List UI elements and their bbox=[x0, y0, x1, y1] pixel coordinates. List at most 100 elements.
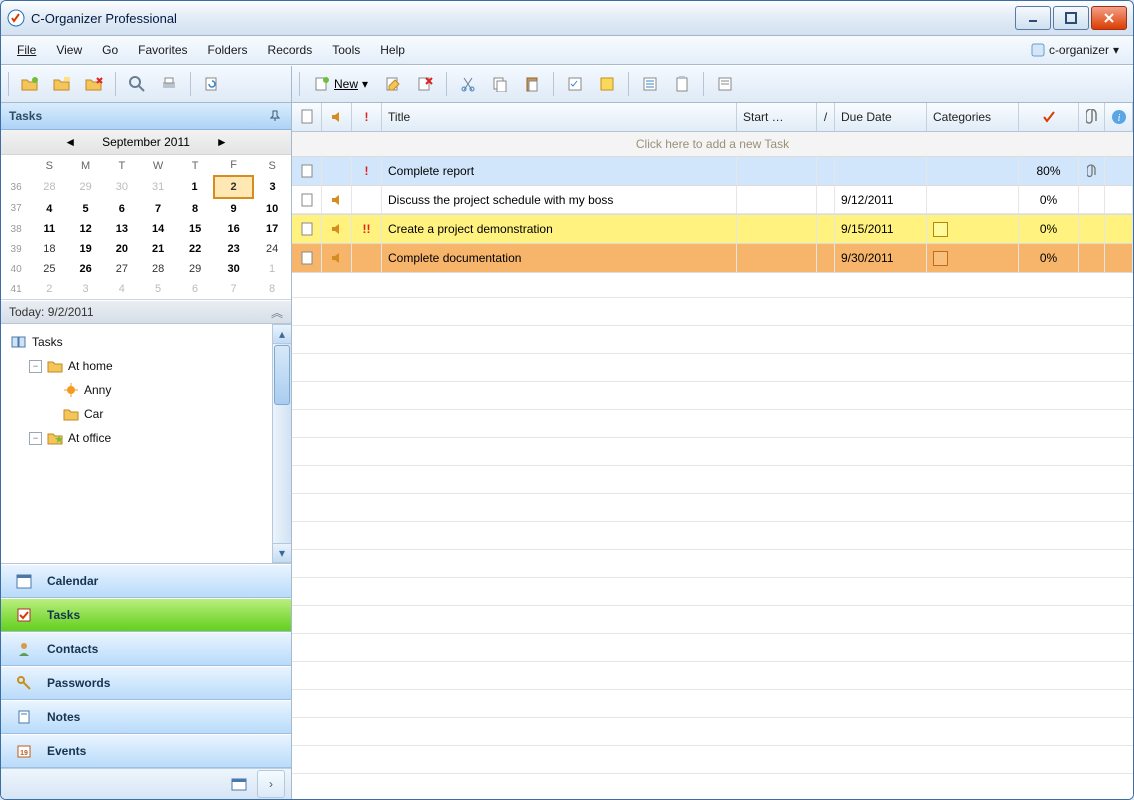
menu-go[interactable]: Go bbox=[92, 40, 128, 60]
nav-passwords[interactable]: Passwords bbox=[1, 666, 291, 700]
calendar-day[interactable]: 3 bbox=[67, 279, 103, 299]
calendar-day[interactable]: 18 bbox=[31, 239, 67, 259]
calendar-day[interactable]: 6 bbox=[104, 198, 140, 219]
database-selector[interactable]: c-organizer ▾ bbox=[1023, 40, 1127, 60]
new-button[interactable]: New ▾ bbox=[307, 70, 375, 98]
calendar-day[interactable]: 27 bbox=[104, 259, 140, 279]
calendar-day[interactable]: 30 bbox=[104, 176, 140, 198]
menu-favorites[interactable]: Favorites bbox=[128, 40, 197, 60]
refresh-icon[interactable] bbox=[198, 70, 226, 98]
collapse-toggle-icon[interactable]: − bbox=[29, 432, 42, 445]
delete-record-icon[interactable] bbox=[411, 70, 439, 98]
print-icon[interactable] bbox=[155, 70, 183, 98]
nav-contacts[interactable]: Contacts bbox=[1, 632, 291, 666]
menu-help[interactable]: Help bbox=[370, 40, 415, 60]
calendar-day[interactable]: 6 bbox=[176, 279, 214, 299]
calendar-day[interactable]: 23 bbox=[214, 239, 253, 259]
nav-calendar[interactable]: Calendar bbox=[1, 564, 291, 598]
calendar-day[interactable]: 1 bbox=[176, 176, 214, 198]
calendar-day[interactable]: 5 bbox=[140, 279, 176, 299]
task-row[interactable]: Complete documentation9/30/20110% bbox=[292, 244, 1133, 273]
calendar-day[interactable]: 28 bbox=[31, 176, 67, 198]
calendar-day[interactable]: 4 bbox=[31, 198, 67, 219]
calendar-day[interactable]: 4 bbox=[104, 279, 140, 299]
nav-tasks[interactable]: Tasks bbox=[1, 598, 291, 632]
calendar-day[interactable]: 1 bbox=[253, 259, 291, 279]
calendar-day[interactable]: 15 bbox=[176, 219, 214, 239]
col-sound-icon[interactable] bbox=[322, 103, 352, 131]
calendar-day[interactable]: 2 bbox=[31, 279, 67, 299]
copy-icon[interactable] bbox=[486, 70, 514, 98]
col-title[interactable]: Title bbox=[382, 103, 737, 131]
delete-folder-icon[interactable] bbox=[80, 70, 108, 98]
task-row[interactable]: Discuss the project schedule with my bos… bbox=[292, 186, 1133, 215]
today-bar[interactable]: Today: 9/2/2011 ︽ bbox=[1, 300, 291, 324]
col-start[interactable]: Start … bbox=[737, 103, 817, 131]
minimize-button[interactable] bbox=[1015, 6, 1051, 30]
tree-node-athome[interactable]: −At home bbox=[3, 354, 289, 378]
calendar-day[interactable]: 10 bbox=[253, 198, 291, 219]
task-row[interactable]: !!Create a project demonstration9/15/201… bbox=[292, 215, 1133, 244]
task-row[interactable]: !Complete report80% bbox=[292, 157, 1133, 186]
nav-config-icon[interactable] bbox=[225, 770, 253, 798]
col-categories[interactable]: Categories bbox=[927, 103, 1019, 131]
calendar-day[interactable]: 9 bbox=[214, 198, 253, 219]
new-folder-icon[interactable] bbox=[16, 70, 44, 98]
paste-icon[interactable] bbox=[518, 70, 546, 98]
tree-node-atoffice[interactable]: −At office bbox=[3, 426, 289, 450]
tree-node-anny[interactable]: Anny bbox=[3, 378, 289, 402]
calendar-day[interactable]: 11 bbox=[31, 219, 67, 239]
collapse-toggle-icon[interactable]: − bbox=[29, 360, 42, 373]
calendar-day[interactable]: 26 bbox=[67, 259, 103, 279]
menu-view[interactable]: View bbox=[46, 40, 92, 60]
calendar-day[interactable]: 8 bbox=[176, 198, 214, 219]
calendar-day[interactable]: 24 bbox=[253, 239, 291, 259]
task-icon[interactable] bbox=[561, 70, 589, 98]
tree-scrollbar[interactable]: ▴ ▾ bbox=[272, 324, 291, 563]
calendar-day[interactable]: 7 bbox=[214, 279, 253, 299]
edit-folder-icon[interactable] bbox=[48, 70, 76, 98]
col-complete-icon[interactable] bbox=[1019, 103, 1079, 131]
scroll-up-icon[interactable]: ▴ bbox=[273, 324, 291, 344]
details-icon[interactable] bbox=[711, 70, 739, 98]
pin-icon[interactable] bbox=[267, 108, 283, 124]
nav-notes[interactable]: Notes bbox=[1, 700, 291, 734]
calendar-day[interactable]: 12 bbox=[67, 219, 103, 239]
calendar-day[interactable]: 5 bbox=[67, 198, 103, 219]
tree-root-tasks[interactable]: Tasks bbox=[3, 330, 289, 354]
search-icon[interactable] bbox=[123, 70, 151, 98]
col-attachment-icon[interactable] bbox=[1079, 103, 1105, 131]
col-due[interactable]: Due Date bbox=[835, 103, 927, 131]
calendar-day[interactable]: 14 bbox=[140, 219, 176, 239]
calendar-day[interactable]: 16 bbox=[214, 219, 253, 239]
calendar-day[interactable]: 29 bbox=[176, 259, 214, 279]
close-button[interactable] bbox=[1091, 6, 1127, 30]
calendar-day[interactable]: 25 bbox=[31, 259, 67, 279]
calendar-day[interactable]: 19 bbox=[67, 239, 103, 259]
calendar-day[interactable]: 17 bbox=[253, 219, 291, 239]
checklist-icon[interactable] bbox=[636, 70, 664, 98]
calendar-day[interactable]: 2 bbox=[214, 176, 253, 198]
calendar-day[interactable]: 30 bbox=[214, 259, 253, 279]
calendar-day[interactable]: 7 bbox=[140, 198, 176, 219]
calendar-day[interactable]: 13 bbox=[104, 219, 140, 239]
calendar-day[interactable]: 31 bbox=[140, 176, 176, 198]
edit-record-icon[interactable] bbox=[379, 70, 407, 98]
calendar-day[interactable]: 21 bbox=[140, 239, 176, 259]
menu-tools[interactable]: Tools bbox=[322, 40, 370, 60]
calendar-day[interactable]: 20 bbox=[104, 239, 140, 259]
collapse-icon[interactable]: ︽ bbox=[271, 304, 283, 321]
scroll-down-icon[interactable]: ▾ bbox=[273, 543, 291, 563]
col-priority-icon[interactable]: ! bbox=[352, 103, 382, 131]
cut-icon[interactable] bbox=[454, 70, 482, 98]
calendar-day[interactable]: 8 bbox=[253, 279, 291, 299]
clipboard-icon[interactable] bbox=[668, 70, 696, 98]
menu-folders[interactable]: Folders bbox=[198, 40, 258, 60]
tree-node-car[interactable]: Car bbox=[3, 402, 289, 426]
calendar-month[interactable]: September 2011 bbox=[102, 135, 190, 149]
sticky-note-icon[interactable] bbox=[593, 70, 621, 98]
maximize-button[interactable] bbox=[1053, 6, 1089, 30]
nav-events[interactable]: 19Events bbox=[1, 734, 291, 768]
menu-file[interactable]: File bbox=[7, 40, 46, 60]
add-task-row[interactable]: Click here to add a new Task bbox=[292, 132, 1133, 157]
